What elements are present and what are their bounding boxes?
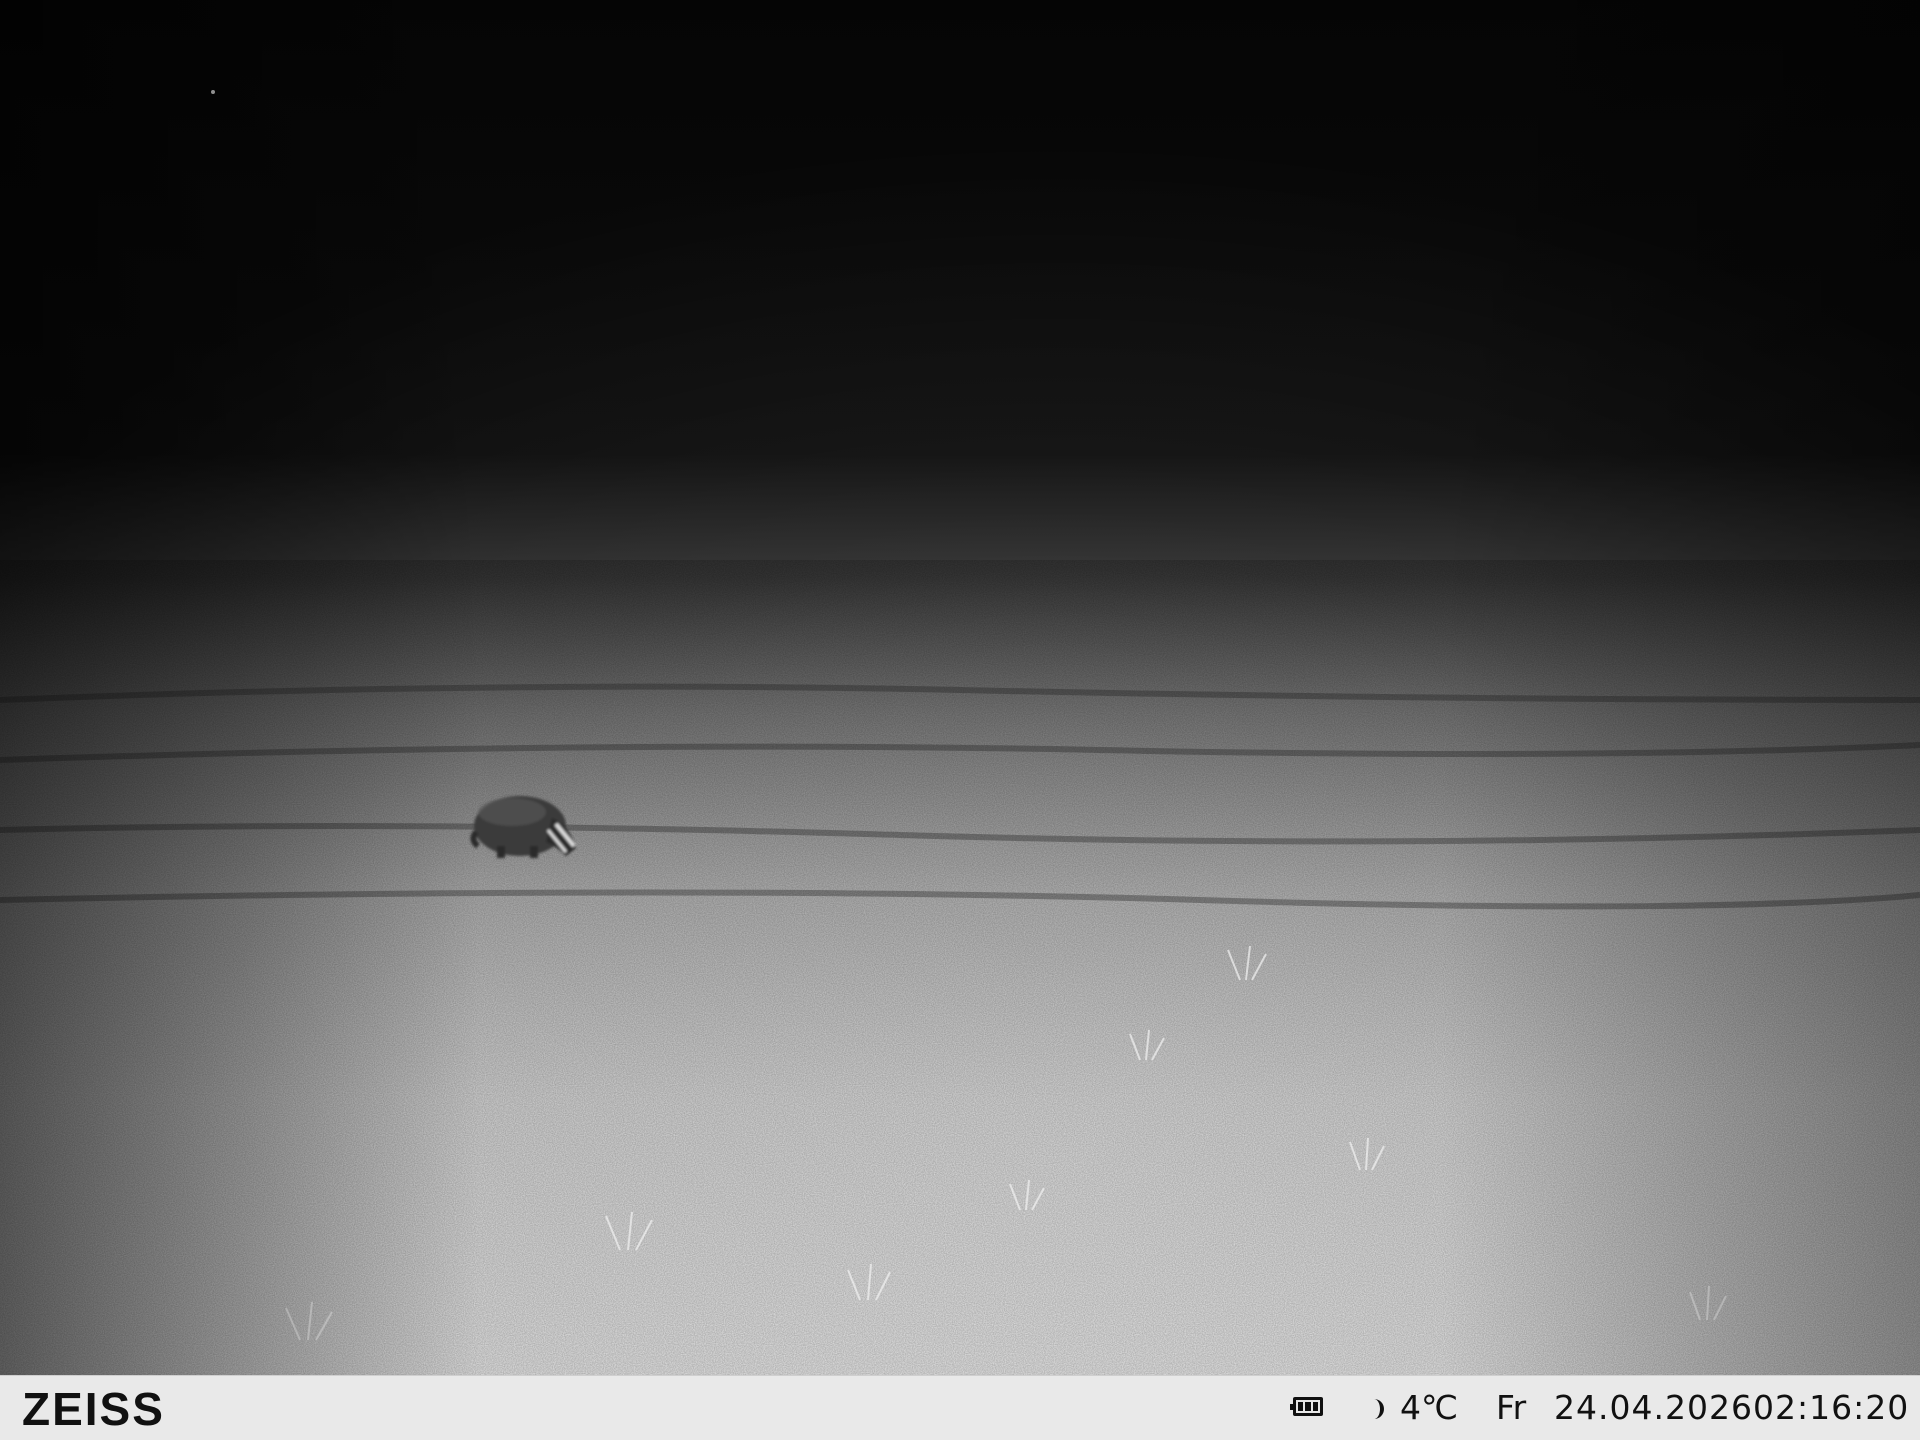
scene-illustration [0,0,1920,1375]
camera-photo-frame: ZEISS 4℃ Fr 24.04.2026 02:16:20 [0,0,1920,1440]
night-scene [0,0,1920,1375]
brand-logo: ZEISS [22,1383,165,1435]
vignette [0,0,1920,1375]
time-readout: 02:16:20 [1753,1388,1910,1427]
weekday-readout: Fr [1496,1388,1527,1427]
temperature-readout: 4℃ [1400,1388,1459,1427]
camera-info-bar: ZEISS 4℃ Fr 24.04.2026 02:16:20 [0,1375,1920,1440]
moon-phase-icon [1374,1399,1384,1419]
date-readout: 24.04.2026 [1554,1388,1753,1427]
battery-icon [1290,1397,1323,1416]
